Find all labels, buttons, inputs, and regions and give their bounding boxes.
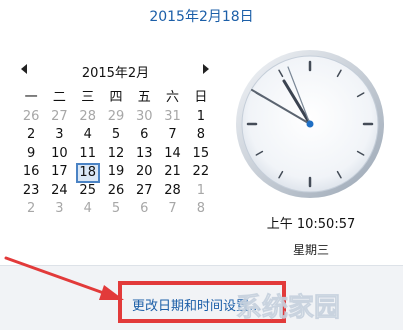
annotation-arrow-icon xyxy=(4,256,124,300)
date-time-flyout: 2015年2月18日 2015年2月 一 二 三 四 五 六 日 26 27 2… xyxy=(0,0,403,330)
watermark-text: 系统家园 xyxy=(236,292,340,323)
site-watermark: 系统家园 xyxy=(236,292,341,324)
